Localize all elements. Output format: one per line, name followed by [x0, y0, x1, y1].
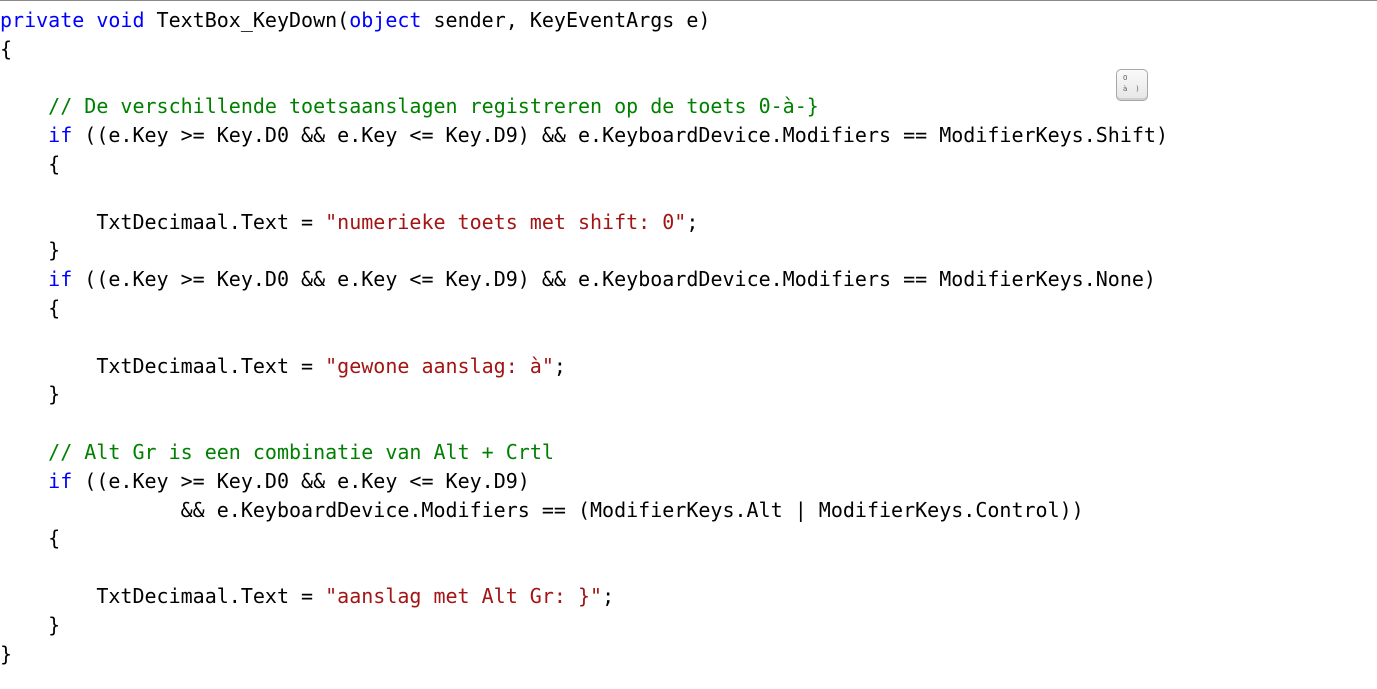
key-top-char: 0 — [1123, 74, 1128, 82]
code-token: TxtDecimaal.Text = — [0, 583, 326, 608]
code-line: TxtDecimaal.Text = "aanslag met Alt Gr: … — [0, 582, 1168, 611]
keyword-token: object — [349, 8, 422, 32]
string-token: "gewone aanslag: à" — [325, 353, 554, 378]
keyword-token: if — [48, 267, 73, 292]
code-token: { — [0, 295, 61, 320]
code-token: ; — [686, 209, 699, 234]
code-token: TxtDecimaal.Text = — [0, 353, 326, 378]
code-line: private void TextBox_KeyDown(object send… — [0, 6, 1168, 35]
code-line: } — [0, 236, 1168, 265]
code-token: TextBox_KeyDown( — [144, 8, 350, 32]
string-token: "numerieke toets met shift: 0" — [325, 209, 687, 234]
code-line: if ((e.Key >= Key.D0 && e.Key <= Key.D9) — [0, 467, 1168, 496]
code-block: private void TextBox_KeyDown(object send… — [0, 1, 1168, 668]
code-token: ((e.Key >= Key.D0 && e.Key <= Key.D9) &&… — [72, 123, 1168, 148]
code-token: } — [0, 641, 13, 666]
keyword-token: private — [0, 8, 85, 32]
keyword-token: if — [48, 468, 73, 493]
code-token: } — [0, 612, 61, 637]
code-token: sender, KeyEventArgs e) — [421, 8, 711, 32]
code-token: { — [0, 151, 61, 176]
code-line: } — [0, 380, 1168, 409]
code-line: // De verschillende toetsaanslagen regis… — [0, 92, 1168, 121]
code-line: { — [0, 524, 1168, 553]
code-token: } — [0, 382, 61, 407]
keyword-token: if — [48, 123, 73, 148]
code-token: } — [0, 238, 61, 263]
code-line: } — [0, 640, 1168, 669]
code-line: // Alt Gr is een combinatie van Alt + Cr… — [0, 438, 1168, 467]
code-line: if ((e.Key >= Key.D0 && e.Key <= Key.D9)… — [0, 265, 1168, 294]
code-line: { — [0, 150, 1168, 179]
code-line: { — [0, 294, 1168, 323]
string-token: "aanslag met Alt Gr: }" — [325, 583, 603, 608]
code-line: TxtDecimaal.Text = "numerieke toets met … — [0, 208, 1168, 237]
code-token: && e.KeyboardDevice.Modifiers == (Modifi… — [0, 497, 1084, 522]
comment-token: // Alt Gr is een combinatie van Alt + Cr… — [48, 439, 554, 464]
code-token: { — [0, 526, 61, 551]
code-token: ; — [553, 353, 566, 378]
key-bottom-right-char: ) — [1136, 85, 1139, 93]
code-token: TxtDecimaal.Text = — [0, 209, 326, 234]
code-token: { — [0, 36, 13, 61]
code-line: TxtDecimaal.Text = "gewone aanslag: à"; — [0, 352, 1168, 381]
code-line: } — [0, 611, 1168, 640]
code-line: && e.KeyboardDevice.Modifiers == (Modifi… — [0, 496, 1168, 525]
code-token: ((e.Key >= Key.D0 && e.Key <= Key.D9) — [72, 468, 530, 493]
code-token: ((e.Key >= Key.D0 && e.Key <= Key.D9) &&… — [72, 267, 1156, 292]
comment-token: // De verschillende toetsaanslagen regis… — [48, 94, 819, 119]
keyboard-key-icon: 0 à ) — [1116, 69, 1148, 101]
code-editor: private void TextBox_KeyDown(object send… — [0, 0, 1377, 689]
key-bottom-left-char: à — [1123, 85, 1128, 93]
code-line: { — [0, 35, 1168, 64]
keyword-token: void — [96, 8, 145, 32]
code-token: ; — [602, 583, 615, 608]
code-line: if ((e.Key >= Key.D0 && e.Key <= Key.D9)… — [0, 121, 1168, 150]
